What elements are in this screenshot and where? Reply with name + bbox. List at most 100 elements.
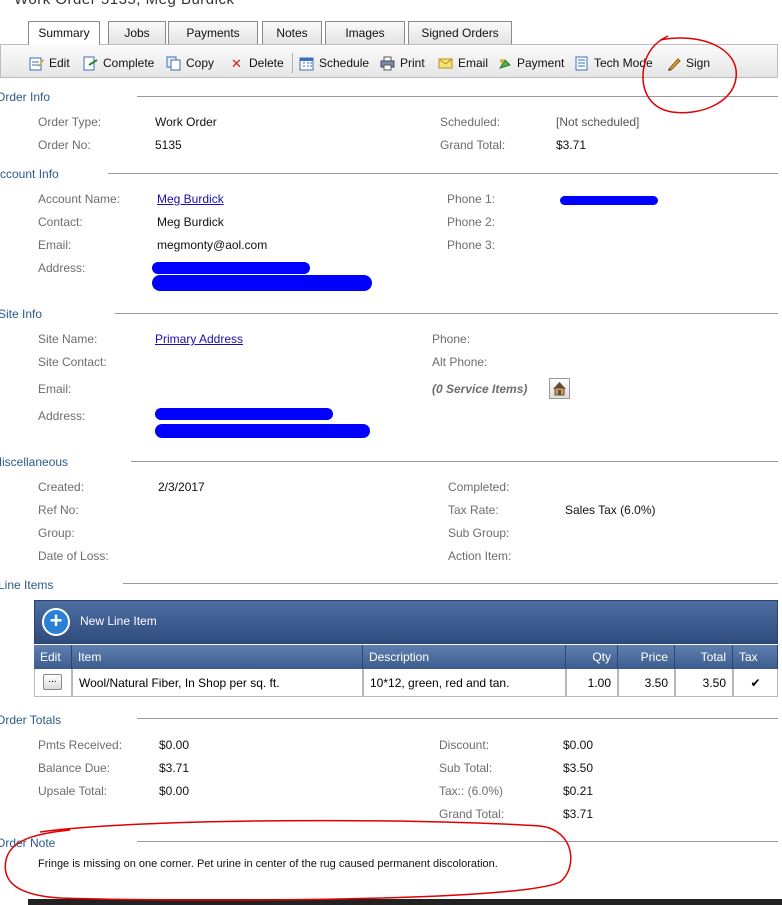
email-button[interactable]: Email [438,54,488,72]
email-label: Email: [38,238,72,252]
sub-total-label: Sub Total: [439,761,493,775]
line-items-title: Line Items [0,578,54,592]
envelope-icon [438,56,453,71]
red-annotation-overlay [4,35,737,901]
complete-icon [83,56,98,71]
home-button[interactable] [549,378,570,399]
column-header-description[interactable]: Description [363,645,566,669]
section-divider [131,461,778,462]
tab-notes[interactable]: Notes [262,21,322,44]
created-value: 2/3/2017 [158,480,205,494]
pmts-received-value: $0.00 [159,738,190,752]
new-line-item-button[interactable]: New Line Item [80,614,157,628]
site-address-label: Address: [38,409,86,423]
account-info-title: Account Info [0,167,59,181]
line-items-toolbar: + New Line Item [34,600,778,644]
grand-total-value: $3.71 [556,138,587,152]
site-info-title: Site Info [0,307,43,321]
account-name-link[interactable]: Meg Burdick [157,192,224,206]
complete-button[interactable]: Complete [83,54,154,72]
pencil-icon [666,56,681,71]
phone3-label: Phone 3: [447,238,496,252]
print-label: Print [400,56,425,70]
row-edit-button[interactable]: ... [43,674,62,690]
tab-images[interactable]: Images [325,21,405,44]
page-title: Work Order 5135, Meg Burdick [14,0,234,8]
payment-icon [497,56,512,71]
grand-total-label: Grand Total: [440,138,506,152]
delete-button[interactable]: ✕ Delete [229,54,284,72]
edit-button[interactable]: Edit [29,54,70,72]
column-header-item[interactable]: Item [72,645,363,669]
section-divider [108,173,778,174]
order-note-title: Order Note [0,836,56,850]
print-button[interactable]: Print [380,54,425,72]
discount-label: Discount: [439,738,490,752]
pmts-received-label: Pmts Received: [38,738,123,752]
account-name-label: Account Name: [38,192,121,206]
redaction-mark [155,424,370,438]
column-header-edit[interactable]: Edit [34,645,72,669]
sub-group-label: Sub Group: [448,526,510,540]
order-totals-title: Order Totals [0,713,62,727]
payment-button[interactable]: Payment [497,54,564,72]
table-cell-item: Wool/Natural Fiber, In Shop per sq. ft. [72,669,363,697]
tab-payments[interactable]: Payments [168,21,258,44]
address-label: Address: [38,261,86,275]
site-email-label: Email: [38,382,72,396]
sign-button[interactable]: Sign [666,54,710,72]
site-name-link[interactable]: Primary Address [155,332,243,346]
contact-label: Contact: [38,215,83,229]
copy-label: Copy [186,56,215,70]
document-icon [574,56,589,71]
redaction-mark [560,196,658,205]
totals-grand-total-label: Grand Total: [439,807,505,821]
tab-signed-orders[interactable]: Signed Orders [408,21,512,44]
tax-value: $0.21 [563,784,594,798]
site-name-label: Site Name: [38,332,98,346]
section-divider [115,313,778,314]
plus-icon[interactable]: + [42,608,70,636]
table-cell-total: 3.50 [675,669,733,697]
tech-mode-label: Tech Mode [594,56,653,70]
table-cell-price: 3.50 [618,669,675,697]
redaction-mark [152,275,372,291]
tax-label: Tax:: (6.0%) [439,784,504,798]
order-type-label: Order Type: [38,115,102,129]
tab-jobs[interactable]: Jobs [108,21,166,44]
contact-value: Meg Burdick [157,215,224,229]
scheduled-label: Scheduled: [440,115,501,129]
column-header-tax[interactable]: Tax [733,645,778,669]
balance-due-label: Balance Due: [38,761,111,775]
created-label: Created: [38,480,85,494]
tech-mode-button[interactable]: Tech Mode [574,54,653,72]
payment-label: Payment [517,56,565,70]
table-cell-description: 10*12, green, red and tan. [363,669,566,697]
table-row-edit-cell: ... [34,669,72,697]
order-info-title: Order Info [0,90,51,104]
copy-button[interactable]: Copy [166,54,214,72]
upsale-total-label: Upsale Total: [38,784,108,798]
schedule-button[interactable]: Schedule [299,54,369,72]
tab-summary[interactable]: Summary [28,21,100,45]
order-type-value: Work Order [155,115,217,129]
totals-grand-total-value: $3.71 [563,807,594,821]
redaction-mark [155,408,333,420]
column-header-total[interactable]: Total [675,645,733,669]
section-divider [123,583,778,584]
scheduled-value: [Not scheduled] [556,115,640,129]
group-label: Group: [38,526,75,540]
site-phone-label: Phone: [432,332,471,346]
email-value: megmonty@aol.com [157,238,268,252]
edit-icon [29,56,44,71]
copy-icon [166,56,181,71]
table-cell-qty: 1.00 [566,669,618,697]
redaction-mark [152,262,310,274]
upsale-total-value: $0.00 [159,784,190,798]
toolbar-separator [292,53,293,73]
sign-label: Sign [686,56,711,70]
service-items-count: (0 Service Items) [432,382,528,396]
column-header-price[interactable]: Price [618,645,675,669]
misc-title: Miscellaneous [0,455,69,469]
column-header-qty[interactable]: Qty [566,645,618,669]
